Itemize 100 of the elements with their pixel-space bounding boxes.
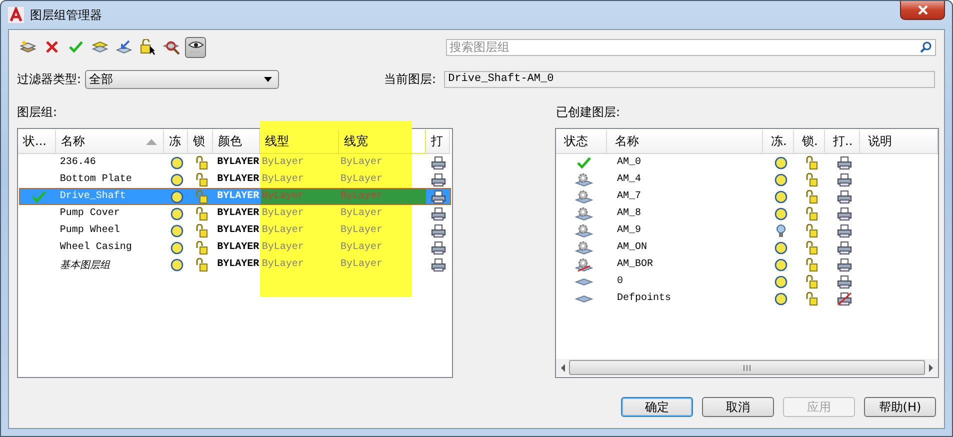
- layer-name: AM_9: [617, 225, 642, 236]
- app-logo-icon: [8, 7, 24, 23]
- printer-icon[interactable]: [837, 274, 852, 288]
- column-header[interactable]: 状...: [18, 130, 56, 154]
- column-header[interactable]: 颜色: [213, 130, 260, 154]
- layer-row[interactable]: AM_7: [557, 188, 937, 205]
- linetype-value: ByLayer: [262, 208, 304, 219]
- group-row[interactable]: 236.46 BYLAYER ByLayer ByLayer: [19, 154, 451, 171]
- layer-row[interactable]: 0: [557, 273, 937, 290]
- padlock-icon[interactable]: [194, 224, 209, 238]
- group-name: Pump Wheel: [60, 225, 120, 236]
- group-row[interactable]: Wheel Casing BYLAYER ByLayer ByLayer: [19, 239, 451, 256]
- column-header[interactable]: 冻: [164, 130, 188, 154]
- filter-dropdown[interactable]: 全部: [85, 70, 280, 88]
- sun-icon[interactable]: [774, 274, 788, 288]
- padlock-icon[interactable]: [194, 190, 209, 204]
- printer-icon[interactable]: [430, 172, 446, 186]
- dialog-button[interactable]: 取消: [702, 397, 774, 417]
- layer-name: AM_4: [617, 174, 642, 185]
- layer-row[interactable]: AM_BOR: [557, 256, 937, 273]
- column-header[interactable]: 打..: [825, 130, 860, 154]
- padlock-icon[interactable]: [804, 240, 818, 254]
- window-title: 图层组管理器: [30, 6, 102, 24]
- column-header[interactable]: 说明: [860, 130, 938, 154]
- sun-icon[interactable]: [170, 172, 184, 186]
- column-header[interactable]: 名称: [56, 130, 164, 154]
- group-row[interactable]: 基本图层组 BYLAYER ByLayer ByLayer: [19, 256, 451, 273]
- filter-label: 过滤器类型:: [17, 70, 82, 88]
- padlock-icon[interactable]: [804, 172, 818, 186]
- printer-icon[interactable]: [837, 258, 852, 272]
- layer-row[interactable]: AM_4: [557, 171, 937, 188]
- left-arrow-icon[interactable]: [559, 364, 567, 372]
- column-header[interactable]: 锁.: [794, 130, 825, 154]
- column-header[interactable]: 冻.: [763, 130, 794, 154]
- printer-icon[interactable]: [430, 190, 446, 204]
- sun-icon[interactable]: [170, 206, 184, 220]
- layer-name: 0: [617, 276, 624, 287]
- printer-icon[interactable]: [837, 172, 852, 186]
- printer-icon[interactable]: [837, 292, 852, 306]
- bulb-icon[interactable]: [776, 224, 786, 238]
- printer-icon[interactable]: [837, 206, 852, 220]
- padlock-icon[interactable]: [194, 258, 209, 272]
- group-row[interactable]: Pump Wheel BYLAYER ByLayer ByLayer: [19, 222, 451, 239]
- padlock-icon[interactable]: [804, 190, 818, 204]
- sun-icon[interactable]: [170, 258, 184, 272]
- printer-icon[interactable]: [430, 240, 446, 254]
- close-button[interactable]: [900, 1, 945, 20]
- column-header[interactable]: 锁: [188, 130, 213, 154]
- layer-row[interactable]: AM_ON: [557, 239, 937, 256]
- dropdown-arrow-icon: [264, 76, 272, 82]
- layer-row[interactable]: AM_8: [557, 205, 937, 222]
- column-header[interactable]: 线型: [260, 130, 339, 154]
- sun-icon[interactable]: [170, 240, 184, 254]
- current-layer-label: 当前图层:: [384, 70, 436, 88]
- padlock-icon[interactable]: [804, 258, 818, 272]
- printer-icon[interactable]: [837, 190, 852, 204]
- layer-name: AM_0: [617, 157, 642, 168]
- padlock-icon[interactable]: [804, 274, 818, 288]
- padlock-icon[interactable]: [194, 172, 209, 186]
- right-arrow-icon[interactable]: [927, 364, 935, 372]
- column-header[interactable]: 状态: [556, 130, 607, 154]
- sun-icon[interactable]: [170, 156, 184, 170]
- padlock-icon[interactable]: [804, 224, 818, 238]
- printer-icon[interactable]: [430, 156, 446, 170]
- padlock-icon[interactable]: [804, 292, 818, 306]
- printer-icon[interactable]: [430, 258, 446, 272]
- layer-row[interactable]: AM_0: [557, 154, 937, 171]
- eye-button[interactable]: [185, 36, 206, 58]
- layer-row[interactable]: AM_9: [557, 222, 937, 239]
- dialog-button[interactable]: 帮助(H): [864, 397, 936, 417]
- sun-icon[interactable]: [774, 156, 788, 170]
- sun-icon[interactable]: [170, 224, 184, 238]
- padlock-icon[interactable]: [194, 240, 209, 254]
- printer-icon[interactable]: [430, 206, 446, 220]
- padlock-icon[interactable]: [194, 156, 209, 170]
- padlock-icon[interactable]: [194, 206, 209, 220]
- sun-icon[interactable]: [170, 190, 184, 204]
- linetype-value: ByLayer: [262, 174, 304, 185]
- layer-row[interactable]: Defpoints: [557, 290, 937, 307]
- sun-icon[interactable]: [774, 190, 788, 204]
- sun-icon[interactable]: [774, 258, 788, 272]
- group-name: 基本图层组: [60, 258, 110, 272]
- column-header[interactable]: 打: [426, 130, 450, 154]
- group-row[interactable]: Pump Cover BYLAYER ByLayer ByLayer: [19, 205, 451, 222]
- padlock-icon[interactable]: [804, 206, 818, 220]
- printer-icon[interactable]: [430, 224, 446, 238]
- sun-icon[interactable]: [774, 240, 788, 254]
- printer-icon[interactable]: [837, 156, 852, 170]
- sun-icon[interactable]: [774, 172, 788, 186]
- horizontal-scrollbar[interactable]: [556, 359, 938, 376]
- printer-icon[interactable]: [837, 224, 852, 238]
- dialog-button[interactable]: 确定: [621, 397, 693, 417]
- printer-icon[interactable]: [837, 240, 852, 254]
- group-row[interactable]: Bottom Plate BYLAYER ByLayer ByLayer: [19, 171, 451, 188]
- layer-name: AM_8: [617, 208, 642, 219]
- search-icon[interactable]: [920, 41, 932, 53]
- column-header[interactable]: 名称: [607, 130, 763, 154]
- sun-icon[interactable]: [774, 206, 788, 220]
- sun-icon[interactable]: [774, 292, 788, 306]
- padlock-icon[interactable]: [804, 156, 818, 170]
